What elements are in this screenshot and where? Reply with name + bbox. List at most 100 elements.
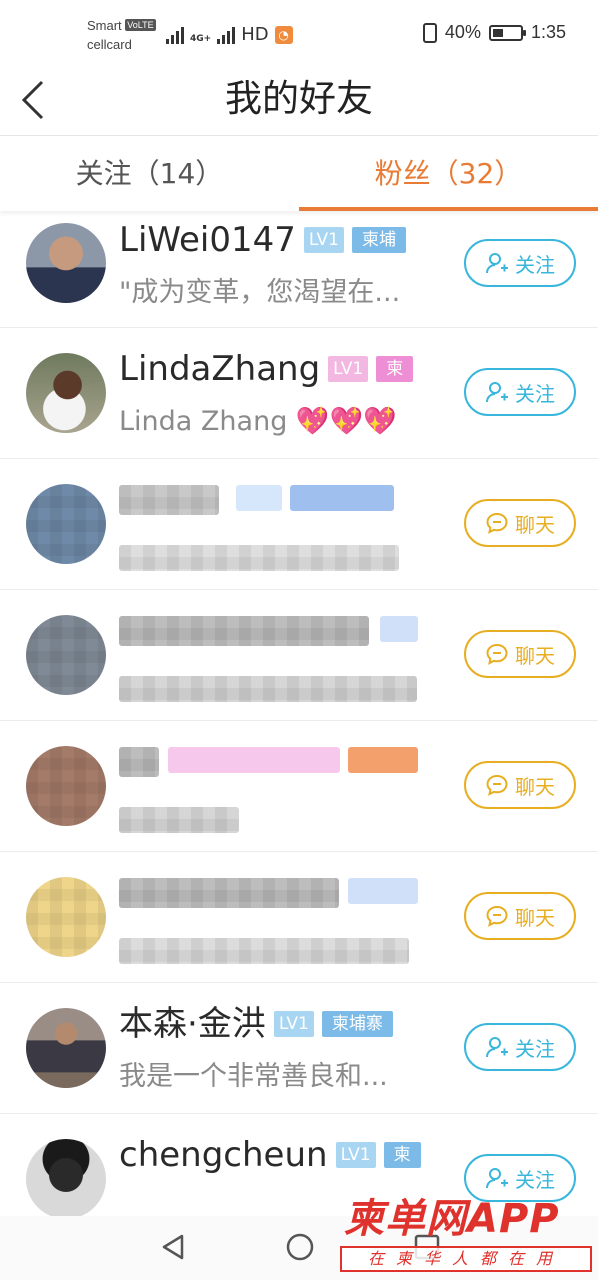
list-item[interactable]: LiWei0147 LV1 柬埔 "成为变革，您渴望在... 关注: [0, 211, 598, 328]
signal-bars-icon: [166, 27, 184, 44]
blurred-bio: [119, 676, 417, 702]
list-item[interactable]: 本森·金洪 LV1 柬埔寨 我是一个非常善良和... 关注: [0, 983, 598, 1114]
add-user-icon: [486, 253, 508, 274]
name-line: LiWei0147 LV1 柬埔: [119, 219, 406, 261]
blurred-name: [119, 616, 369, 646]
chat-button-label: 聊天: [515, 643, 555, 668]
signal-bars-icon-2: [217, 27, 236, 44]
tab-fans[interactable]: 粉丝（32）: [299, 137, 598, 211]
add-user-icon: [486, 1168, 508, 1189]
blurred-name: [119, 485, 219, 515]
add-user-icon: [486, 1037, 508, 1058]
level-badge: LV1: [303, 227, 344, 253]
list-item[interactable]: LindaZhang LV1 柬 Linda Zhang 💖💖💖 关注: [0, 328, 598, 459]
chat-bubble-icon: [486, 774, 508, 796]
username: LindaZhang: [119, 349, 321, 389]
status-bar: Smart VoLTE cellcard 4G+ HD ◔ 40% 1:35: [0, 0, 598, 66]
watermark-brand: 柬单网APP: [344, 1196, 560, 1242]
user-bio: 我是一个非常善良和...: [119, 1061, 388, 1092]
chat-button[interactable]: 聊天: [464, 630, 576, 678]
follow-button-label: 关注: [515, 252, 555, 277]
triangle-back-icon[interactable]: [158, 1232, 188, 1262]
level-badge: LV1: [328, 356, 369, 382]
title-bar: 我的好友: [0, 66, 598, 136]
blurred-level-badge: [168, 747, 340, 773]
circle-home-icon[interactable]: [285, 1232, 315, 1262]
chat-bubble-icon: [486, 905, 508, 927]
brand-watermark: 柬单网APP 在柬华人都在用: [340, 1196, 598, 1280]
avatar[interactable]: [26, 223, 106, 303]
level-badge: LV1: [335, 1142, 376, 1168]
blurred-badge: [380, 616, 418, 642]
list-item[interactable]: 聊天: [0, 590, 598, 721]
network-type: 4G+: [190, 34, 212, 44]
blurred-bio: [119, 545, 399, 571]
blurred-badge: [348, 878, 418, 904]
chat-bubble-icon: [486, 512, 508, 534]
location-badge: 柬: [383, 1142, 421, 1168]
name-line: LindaZhang LV1 柬: [119, 348, 414, 390]
avatar[interactable]: [26, 615, 106, 695]
battery-level: [492, 28, 503, 37]
user-bio: Linda Zhang 💖💖💖: [119, 404, 419, 440]
page-title: 我的好友: [225, 77, 373, 120]
friend-list: LiWei0147 LV1 柬埔 "成为变革，您渴望在... 关注 LindaZ…: [0, 211, 598, 1245]
list-item[interactable]: 聊天: [0, 721, 598, 852]
carrier-name: Smart: [87, 18, 122, 33]
follow-button[interactable]: 关注: [464, 368, 576, 416]
tab-bar: 关注（14） 粉丝（32）: [0, 137, 598, 211]
chat-button[interactable]: 聊天: [464, 499, 576, 547]
carrier-info: Smart VoLTE cellcard: [87, 16, 156, 54]
chat-button[interactable]: 聊天: [464, 892, 576, 940]
avatar[interactable]: [26, 877, 106, 957]
blurred-location-badge: [290, 485, 394, 511]
blurred-level-badge: [236, 485, 282, 511]
follow-button[interactable]: 关注: [464, 1154, 576, 1202]
clock: 1:35: [530, 22, 566, 42]
username: 本森·金洪: [119, 1004, 266, 1044]
avatar[interactable]: [26, 1139, 106, 1219]
blurred-name: [119, 878, 339, 908]
username: chengcheun: [119, 1135, 328, 1175]
username: LiWei0147: [119, 220, 296, 260]
location-badge: 柬: [376, 356, 414, 382]
list-item[interactable]: 聊天: [0, 459, 598, 590]
avatar[interactable]: [26, 484, 106, 564]
chat-button[interactable]: 聊天: [464, 761, 576, 809]
chat-button-label: 聊天: [515, 512, 555, 537]
chat-button-label: 聊天: [515, 774, 555, 799]
name-line: 本森·金洪 LV1 柬埔寨: [119, 1003, 393, 1045]
follow-button-label: 关注: [515, 381, 555, 406]
chat-button-label: 聊天: [515, 905, 555, 930]
volte-badge: VoLTE: [125, 19, 156, 31]
avatar[interactable]: [26, 746, 106, 826]
avatar[interactable]: [26, 1008, 106, 1088]
vibrate-icon: [422, 22, 437, 43]
location-badge: 柬埔: [351, 227, 406, 253]
name-line: chengcheun LV1 柬: [119, 1134, 421, 1176]
carrier-sub: cellcard: [87, 37, 132, 52]
add-user-icon: [486, 382, 508, 403]
blurred-location-badge: [348, 747, 418, 773]
hd-label: HD: [241, 24, 269, 45]
watermark-slogan: 在柬华人都在用: [340, 1246, 592, 1272]
status-right: 40% 1:35: [422, 22, 566, 43]
level-badge: LV1: [273, 1011, 314, 1037]
blurred-name: [119, 747, 159, 777]
follow-button-label: 关注: [515, 1167, 555, 1192]
app-notification-icon: ◔: [274, 26, 293, 44]
blurred-bio: [119, 807, 239, 833]
battery-percent: 40%: [444, 22, 481, 42]
follow-button[interactable]: 关注: [464, 1023, 576, 1071]
chat-bubble-icon: [486, 643, 508, 665]
list-item[interactable]: 聊天: [0, 852, 598, 983]
user-bio: "成为变革，您渴望在...: [119, 277, 401, 308]
follow-button-label: 关注: [515, 1036, 555, 1061]
blurred-bio: [119, 938, 409, 964]
avatar[interactable]: [26, 353, 106, 433]
tab-following[interactable]: 关注（14）: [0, 137, 299, 211]
follow-button[interactable]: 关注: [464, 239, 576, 287]
heart-emoji: 💖💖💖: [295, 406, 397, 437]
battery-icon: [488, 24, 526, 41]
location-badge: 柬埔寨: [321, 1011, 393, 1037]
